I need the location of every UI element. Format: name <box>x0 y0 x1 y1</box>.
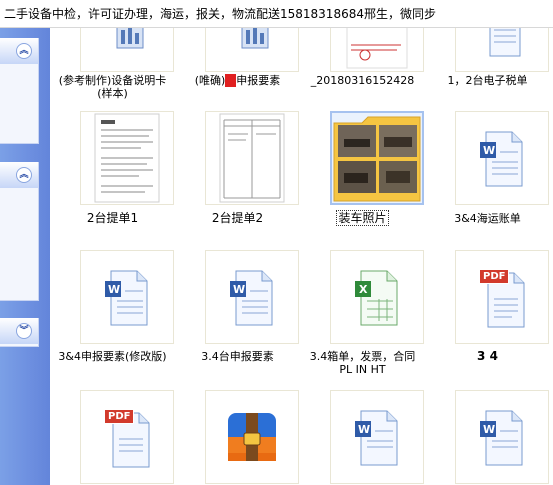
pdf-badge: PDF <box>104 409 135 424</box>
task-panel-3: ︾ <box>0 318 39 347</box>
word-document-icon: W <box>355 410 398 466</box>
file-item[interactable]: 2台提单1 <box>50 111 175 231</box>
folder-icon <box>333 116 421 202</box>
word-document-icon: W <box>480 131 523 187</box>
svg-text:W: W <box>358 423 370 436</box>
task-pane: ︽ ︽ ︾ <box>0 28 50 485</box>
file-name: 3.4台申报要素 <box>201 350 274 363</box>
window-title: 二手设备中检，许可证办理，海运，报关，物流配送15818318684邢生，微同步 <box>4 7 436 21</box>
file-item[interactable]: PDF 3 4 <box>425 250 550 370</box>
word-document-icon: W <box>480 410 523 466</box>
file-thumbnail: X <box>330 250 424 344</box>
file-item[interactable]: PDF <box>50 390 175 485</box>
file-item[interactable]: W 3&4海运账单 <box>425 111 550 231</box>
file-name: 装车照片 <box>336 210 389 226</box>
file-item[interactable]: 1，2台电子税单 <box>425 28 550 100</box>
file-name: 3.4箱单，发票，合同 <box>309 350 416 363</box>
document-image-icon <box>116 28 144 49</box>
task-panel-2: ︽ <box>0 162 39 301</box>
window-title-bar: 二手设备中检，许可证办理，海运，报关，物流配送15818318684邢生，微同步 <box>0 0 553 28</box>
file-thumbnail <box>80 111 174 205</box>
task-panel-2-header[interactable]: ︽ <box>0 162 38 188</box>
file-name-line2: (样本) <box>97 87 128 100</box>
file-name: 2台提单2 <box>211 211 264 225</box>
file-thumbnail: W <box>455 390 549 484</box>
pdf-document-icon <box>487 272 525 328</box>
file-item[interactable]: (唯确)机申报要素 <box>175 28 300 100</box>
file-thumbnail <box>455 28 549 72</box>
pdf-document-icon <box>112 412 150 468</box>
file-thumbnail: W <box>330 390 424 484</box>
scanned-document-icon <box>346 28 408 69</box>
file-thumbnail <box>205 28 299 72</box>
file-thumbnail <box>205 111 299 205</box>
file-item[interactable]: W 3.4台申报要素 <box>175 250 300 370</box>
file-icon-view: (参考制作)设备说明卡 (样本) (唯确)机申报要素 _201803161524… <box>50 28 553 485</box>
excel-document-icon: X <box>355 270 398 326</box>
file-thumbnail: W <box>205 250 299 344</box>
svg-text:W: W <box>233 283 245 296</box>
file-name: 2台提单1 <box>86 211 139 225</box>
word-document-icon: W <box>105 270 148 326</box>
file-name: 1，2台电子税单 <box>447 74 528 87</box>
file-thumbnail: W <box>80 250 174 344</box>
file-item[interactable]: _20180316152428 <box>300 28 425 100</box>
chevron-up-icon[interactable]: ︽ <box>16 43 32 59</box>
file-thumbnail <box>80 28 174 72</box>
word-document-icon <box>489 28 521 57</box>
file-name: 3&4申报要素(修改版) <box>58 350 167 363</box>
file-thumbnail: PDF <box>80 390 174 484</box>
svg-text:W: W <box>483 144 495 157</box>
file-item[interactable]: W <box>300 390 425 485</box>
file-name: (参考制作)设备说明卡 <box>58 74 167 87</box>
file-item[interactable]: W <box>425 390 550 485</box>
file-item[interactable]: (参考制作)设备说明卡 (样本) <box>50 28 175 100</box>
chevron-up-icon[interactable]: ︽ <box>16 167 32 183</box>
svg-text:W: W <box>483 423 495 436</box>
folder-item-selected[interactable]: 装车照片 <box>300 111 425 231</box>
file-item[interactable]: 2台提单2 <box>175 111 300 231</box>
task-panel-1: ︽ <box>0 38 39 144</box>
task-panel-1-header[interactable]: ︽ <box>0 38 38 64</box>
file-name: 3 4 <box>477 349 498 363</box>
file-item[interactable] <box>175 390 300 485</box>
word-document-icon: W <box>230 270 273 326</box>
svg-text:W: W <box>108 283 120 296</box>
task-panel-3-header[interactable]: ︾ <box>0 318 38 344</box>
file-name-line2: PL IN HT <box>339 363 386 376</box>
scanned-document-icon <box>219 113 285 203</box>
rar-archive-icon <box>228 413 276 461</box>
document-image-icon <box>241 28 269 49</box>
file-thumbnail: PDF <box>455 250 549 344</box>
file-thumbnail <box>205 390 299 484</box>
file-thumbnail <box>330 111 424 205</box>
file-name: (唯确)机申报要素 <box>194 74 281 87</box>
file-item[interactable]: X 3.4箱单，发票，合同 PL IN HT <box>300 250 425 376</box>
file-name: 3&4海运账单 <box>454 212 521 225</box>
file-name: _20180316152428 <box>310 74 415 87</box>
file-item[interactable]: W 3&4申报要素(修改版) <box>50 250 175 370</box>
redaction-mark: 机 <box>225 74 237 87</box>
svg-text:X: X <box>359 283 368 296</box>
chevron-down-icon[interactable]: ︾ <box>16 323 32 339</box>
pdf-badge: PDF <box>479 269 510 284</box>
scanned-document-icon <box>94 113 160 203</box>
file-thumbnail <box>330 28 424 72</box>
file-thumbnail: W <box>455 111 549 205</box>
